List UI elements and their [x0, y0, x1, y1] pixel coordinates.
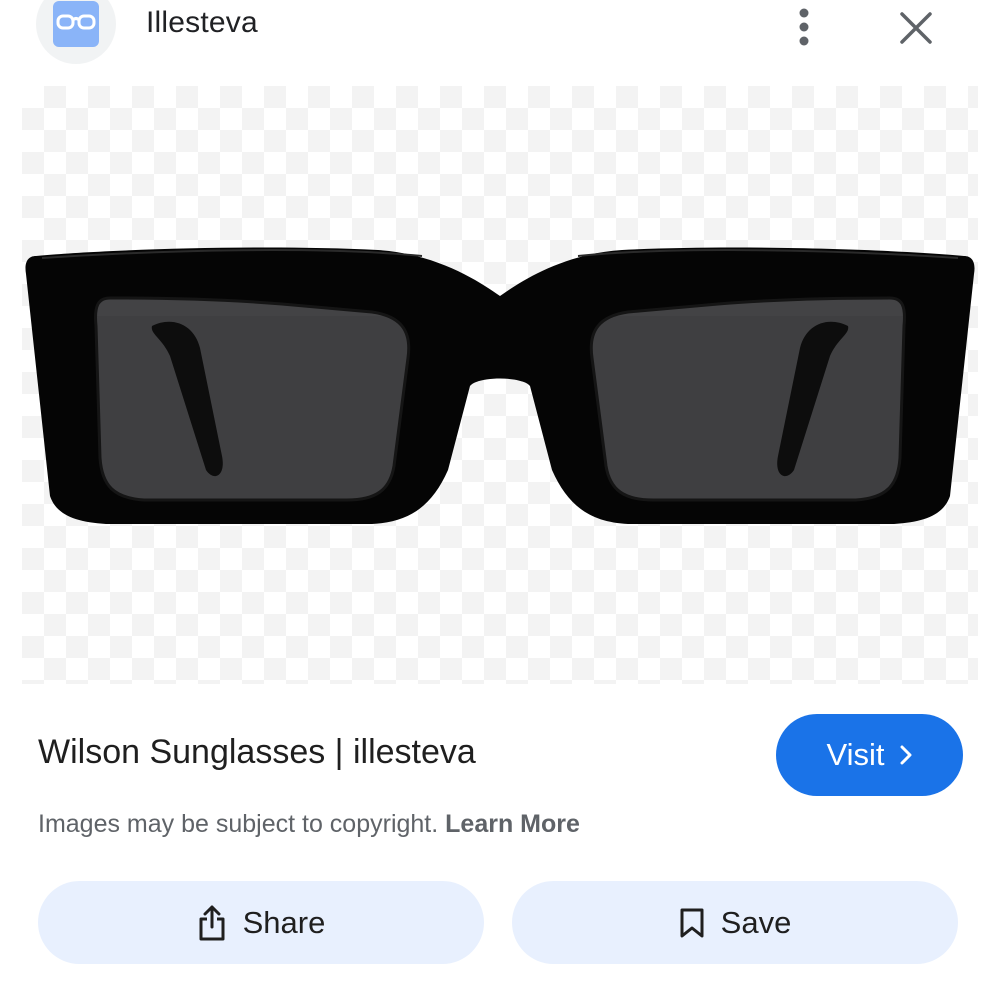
copyright-text: Images may be subject to copyright.: [38, 810, 439, 838]
glasses-icon: [53, 1, 99, 47]
visit-button-label: Visit: [826, 737, 885, 772]
sunglasses-image: [25, 247, 975, 525]
copyright-notice: Images may be subject to copyright. Lear…: [38, 810, 580, 839]
right-lens: [591, 298, 905, 500]
share-button[interactable]: Share: [38, 881, 484, 964]
site-avatar[interactable]: [36, 0, 116, 64]
image-preview-panel: Illesteva Wilson Sunglasses | illesteva …: [0, 0, 1000, 1000]
chevron-right-icon: [900, 745, 911, 765]
save-button-label: Save: [720, 904, 792, 940]
more-vert-icon: [799, 8, 809, 46]
site-name[interactable]: Illesteva: [146, 6, 258, 40]
bookmark-icon: [680, 908, 704, 937]
visit-button[interactable]: Visit: [776, 714, 963, 796]
save-button[interactable]: Save: [512, 881, 958, 964]
preview-image[interactable]: [22, 86, 978, 684]
more-options-button[interactable]: [784, 2, 824, 52]
close-button[interactable]: [892, 4, 940, 52]
share-icon: [199, 905, 225, 940]
preview-header: Illesteva: [0, 0, 1000, 70]
result-title[interactable]: Wilson Sunglasses | illesteva: [38, 733, 476, 772]
learn-more-link[interactable]: Learn More: [445, 810, 580, 838]
close-icon: [900, 12, 932, 44]
share-button-label: Share: [242, 904, 326, 940]
left-lens: [95, 298, 409, 500]
